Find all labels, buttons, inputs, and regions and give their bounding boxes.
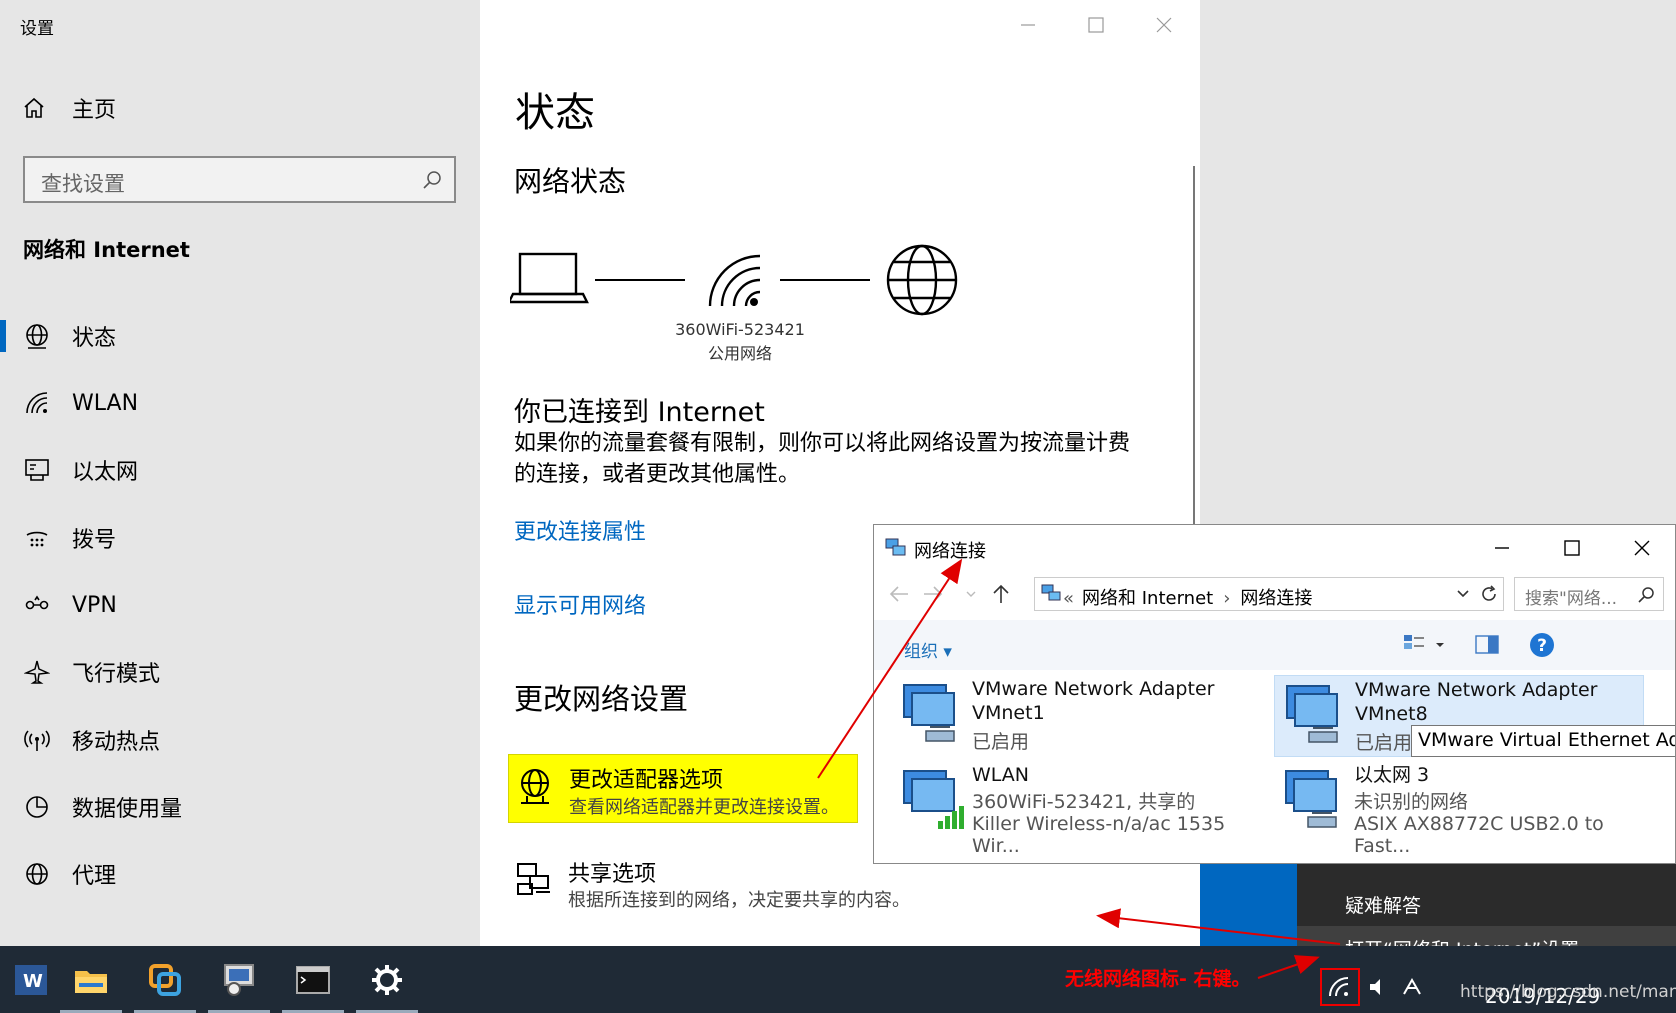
annotation-arrows — [817, 558, 1341, 979]
arrow-to-network-connections — [817, 558, 963, 779]
arrow-to-adapter-settings — [1096, 908, 1341, 945]
arrow-to-tray-icon — [1257, 955, 1320, 979]
